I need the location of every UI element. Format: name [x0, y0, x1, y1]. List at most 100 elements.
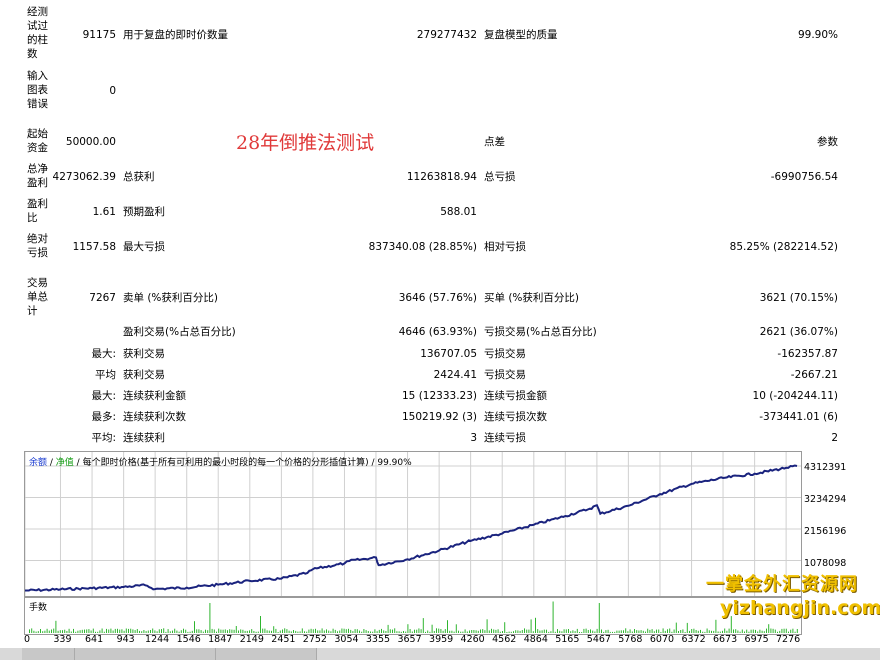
volume-bar [702, 631, 704, 633]
volume-bar [147, 630, 149, 633]
x-tick-label: 3959 [429, 634, 454, 645]
balance-chart-panel: 余额 / 净值 / 每个即时价格(基于所有可利用的最小时段的每一个价格的分形插值… [24, 451, 802, 597]
volume-bar [48, 630, 50, 633]
volume-bar [603, 631, 605, 633]
expected-payoff-value: 588.01 [440, 206, 477, 218]
profit-factor-label: 盈利比 [27, 198, 48, 224]
y-tick-label: 1078098 [804, 558, 847, 569]
volume-bar [722, 630, 723, 633]
volume-bar [132, 629, 134, 633]
volume-bar [103, 631, 105, 633]
volume-bar [29, 629, 30, 633]
volume-bar [405, 631, 407, 633]
volume-bar [141, 631, 143, 633]
volume-bar [407, 624, 409, 633]
average-loss-label: 亏损交易 [484, 369, 526, 381]
volume-bar [728, 628, 730, 633]
volume-bar [233, 629, 235, 633]
volume-bar [543, 629, 545, 633]
volume-bar [623, 630, 624, 633]
volume-bar [519, 630, 521, 633]
volume-bar [194, 621, 195, 633]
volume-bar [207, 630, 209, 633]
volume-bar [361, 631, 363, 633]
volume-bar [717, 631, 719, 633]
volume-bar [680, 630, 682, 633]
x-tick-label: 1847 [208, 634, 233, 645]
volume-bar [145, 631, 147, 633]
volume-bar [451, 630, 453, 633]
volume-bar [244, 630, 246, 633]
volume-bar [180, 630, 182, 633]
largest-profit-label: 获利交易 [123, 348, 165, 360]
volume-bar [700, 629, 701, 633]
volume-bar [200, 630, 202, 633]
volume-bar [469, 630, 470, 633]
x-tick-label: 6673 [712, 634, 738, 645]
volume-bar [359, 630, 360, 633]
volume-bar [781, 628, 783, 633]
volume-bar [328, 630, 330, 633]
volume-bar [766, 628, 767, 633]
volume-bar [271, 630, 272, 633]
volume-bar [187, 631, 189, 633]
volume-bar [774, 629, 776, 633]
volume-bar [385, 631, 387, 633]
volume-bar [616, 630, 618, 633]
volume-bar [249, 630, 250, 633]
volume-bar [552, 601, 554, 633]
volume-bar [231, 629, 233, 633]
volume-bar [563, 629, 565, 633]
volume-bar [510, 631, 512, 633]
x-tick-label: 943 [116, 634, 135, 645]
volume-bar [202, 631, 204, 633]
avg-consec-prefix: 平均: [91, 432, 116, 444]
volume-bar [416, 629, 418, 633]
volume-bar [365, 630, 367, 633]
bottom-tab[interactable] [22, 648, 75, 660]
volume-bar [295, 630, 297, 633]
long-positions-label: 买单 (%获利百分比) [484, 292, 580, 304]
volume-bar [97, 631, 99, 633]
volume-bar [376, 631, 378, 633]
volume-bar [464, 629, 466, 633]
volume-bar [279, 630, 281, 633]
volume-bar [427, 630, 429, 633]
volume-bar [431, 624, 433, 633]
volume-bar [675, 622, 677, 633]
volume-bar [337, 631, 338, 633]
volume-bar [502, 631, 503, 633]
volume-bar [471, 630, 473, 633]
volume-bar [400, 631, 402, 633]
volume-bar [35, 631, 37, 633]
volume-bar [396, 631, 398, 633]
chart-errors-value: 0 [109, 85, 116, 97]
volume-bar [158, 629, 160, 633]
bottom-tab-strip[interactable] [0, 648, 880, 660]
volume-bar [748, 631, 750, 633]
volume-title: 手数 [29, 603, 48, 613]
bottom-tab[interactable] [75, 648, 216, 660]
volume-bar [92, 628, 94, 633]
volume-bar [458, 630, 459, 633]
x-tick-label: 7276 [776, 634, 801, 645]
x-tick-label: 5467 [586, 634, 611, 645]
average-loss-value: -2667.21 [790, 369, 838, 381]
volume-chart [29, 601, 798, 633]
volume-bar [733, 629, 734, 633]
volume-bar [257, 631, 259, 633]
volume-bar [442, 630, 444, 633]
avg-consec-losses-label: 连续亏损 [484, 432, 526, 444]
volume-bar [526, 629, 528, 633]
bottom-tab[interactable] [216, 648, 317, 660]
volume-bar [46, 628, 48, 633]
x-tick-label: 4864 [523, 634, 548, 645]
profit-trades-value: 4646 (63.93%) [398, 326, 477, 338]
max-consec-loss-value: -373441.01 (6) [759, 411, 838, 423]
volume-bar [176, 630, 178, 633]
volume-bar [172, 630, 173, 633]
volume-bar [521, 630, 523, 633]
volume-bar [422, 618, 424, 633]
volume-bar [334, 629, 336, 633]
volume-bar [42, 631, 44, 633]
